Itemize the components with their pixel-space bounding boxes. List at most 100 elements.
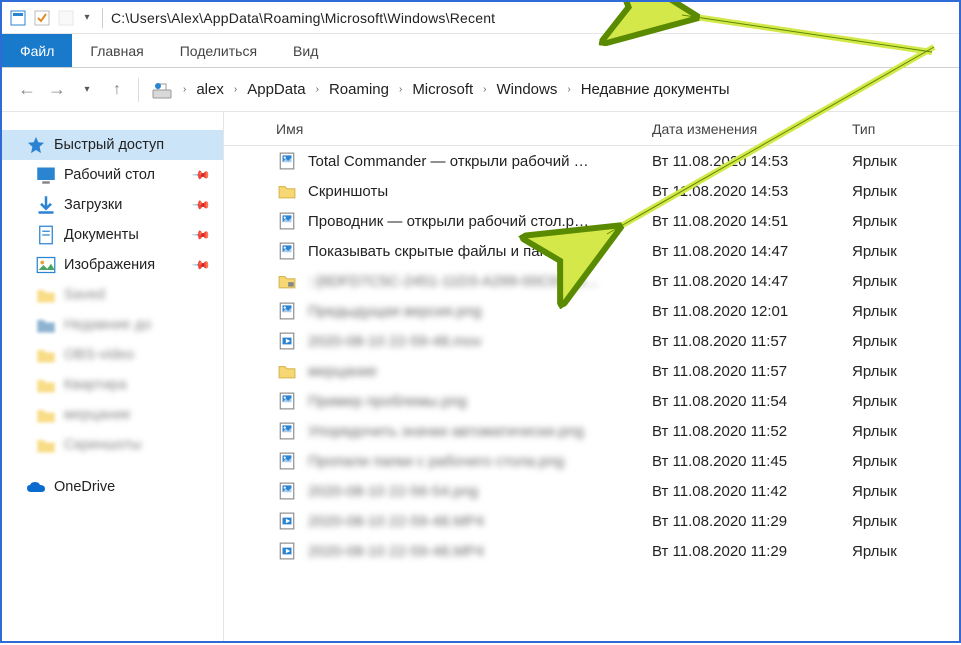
- column-header-date[interactable]: Дата изменения: [652, 121, 852, 137]
- quick-access-dropdown-icon[interactable]: ▾: [80, 12, 94, 23]
- pin-icon: 📌: [191, 165, 211, 185]
- chevron-right-icon[interactable]: ›: [561, 84, 576, 95]
- file-name: Предыдущая версия.png: [308, 303, 652, 320]
- ribbon-tab-file[interactable]: Файл: [2, 34, 72, 67]
- image-file-icon: [276, 480, 298, 502]
- file-name: мерцание: [308, 363, 652, 380]
- video-file-icon: [276, 510, 298, 532]
- pin-icon: 📌: [191, 195, 211, 215]
- image-file-icon: [276, 150, 298, 172]
- quick-access-toolbar-icon2[interactable]: [32, 8, 52, 28]
- quick-access-toolbar-icon1[interactable]: [8, 8, 28, 28]
- sidebar-item-onedrive[interactable]: OneDrive: [2, 472, 223, 502]
- sidebar-label: мерцание: [64, 407, 131, 423]
- file-name: Скриншоты: [308, 183, 652, 200]
- sidebar-item-pictures[interactable]: Изображения 📌: [2, 250, 223, 280]
- file-row[interactable]: СкриншотыВт 11.08.2020 14:53Ярлык: [224, 176, 959, 206]
- chevron-right-icon[interactable]: ›: [228, 84, 243, 95]
- file-row[interactable]: Total Commander — открыли рабочий …Вт 11…: [224, 146, 959, 176]
- breadcrumb-item[interactable]: Недавние документы: [577, 81, 734, 98]
- file-row[interactable]: 2020-08-10 22-59-48.MP4Вт 11.08.2020 11:…: [224, 506, 959, 536]
- window-title-path: C:\Users\Alex\AppData\Roaming\Microsoft\…: [111, 10, 495, 26]
- file-list[interactable]: Total Commander — открыли рабочий …Вт 11…: [224, 146, 959, 641]
- file-row[interactable]: Предыдущая версия.pngВт 11.08.2020 12:01…: [224, 296, 959, 326]
- image-file-icon: [276, 450, 298, 472]
- sidebar-item-desktop[interactable]: Рабочий стол 📌: [2, 160, 223, 190]
- ribbon-tab-share[interactable]: Поделиться: [162, 34, 275, 67]
- file-type: Ярлык: [852, 213, 959, 230]
- file-row[interactable]: 2020-08-10 22-59-48.movВт 11.08.2020 11:…: [224, 326, 959, 356]
- breadcrumb-item[interactable]: Windows: [493, 81, 562, 98]
- sidebar-item-blurred[interactable]: Квартира: [2, 370, 223, 400]
- column-header-name[interactable]: Имя: [276, 121, 652, 137]
- sidebar-item-blurred[interactable]: мерцание: [2, 400, 223, 430]
- quick-access-toolbar-icon3[interactable]: [56, 8, 76, 28]
- file-name: Упорядочить значки автоматически.png: [308, 423, 652, 440]
- image-file-icon: [276, 390, 298, 412]
- downloads-icon: [36, 195, 56, 215]
- ribbon-tabs: Файл Главная Поделиться Вид: [2, 34, 959, 68]
- sidebar-item-blurred[interactable]: Saved: [2, 280, 223, 310]
- breadcrumb-drive-icon: [151, 79, 173, 101]
- file-date: Вт 11.08.2020 14:53: [652, 183, 852, 200]
- sidebar-label: Квартира: [64, 377, 127, 393]
- nav-up-icon[interactable]: ↑: [102, 75, 132, 105]
- sidebar-item-blurred[interactable]: OBS-video: [2, 340, 223, 370]
- file-type: Ярлык: [852, 543, 959, 560]
- ribbon-tab-view[interactable]: Вид: [275, 34, 336, 67]
- file-name: 2020-08-10 22-59-48.mov: [308, 333, 652, 350]
- column-header-type[interactable]: Тип: [852, 121, 959, 137]
- file-row[interactable]: Пропали папки с рабочего стола.pngВт 11.…: [224, 446, 959, 476]
- chevron-right-icon[interactable]: ›: [310, 84, 325, 95]
- column-headers: Имя Дата изменения Тип: [224, 112, 959, 146]
- file-type: Ярлык: [852, 333, 959, 350]
- file-list-pane: Имя Дата изменения Тип Total Commander —…: [224, 112, 959, 641]
- file-row[interactable]: 2020-08-10 22-56-54.pngВт 11.08.2020 11:…: [224, 476, 959, 506]
- file-row[interactable]: ::{6DFD7C5C-2451-11D3-A299-00C04F8…Вт 11…: [224, 266, 959, 296]
- file-date: Вт 11.08.2020 14:51: [652, 213, 852, 230]
- file-date: Вт 11.08.2020 11:52: [652, 423, 852, 440]
- sidebar-label: Документы: [64, 227, 139, 243]
- file-name: Проводник — открыли рабочий стол.p…: [308, 213, 652, 230]
- file-date: Вт 11.08.2020 12:01: [652, 303, 852, 320]
- sidebar-label: Рабочий стол: [64, 167, 155, 183]
- sidebar-label: Недавние до: [64, 317, 151, 333]
- sidebar-item-blurred[interactable]: Скриншоты: [2, 430, 223, 460]
- nav-forward-icon[interactable]: →: [42, 75, 72, 105]
- sidebar-item-documents[interactable]: Документы 📌: [2, 220, 223, 250]
- file-row[interactable]: Проводник — открыли рабочий стол.p…Вт 11…: [224, 206, 959, 236]
- image-file-icon: [276, 210, 298, 232]
- file-row[interactable]: Пример проблемы.pngВт 11.08.2020 11:54Яр…: [224, 386, 959, 416]
- desktop-icon: [36, 165, 56, 185]
- file-name: ::{6DFD7C5C-2451-11D3-A299-00C04F8…: [308, 273, 652, 290]
- pictures-icon: [36, 255, 56, 275]
- sidebar-item-quick-access[interactable]: Быстрый доступ: [2, 130, 223, 160]
- nav-history-dropdown-icon[interactable]: ▾: [72, 75, 102, 105]
- nav-back-icon[interactable]: ←: [12, 75, 42, 105]
- file-type: Ярлык: [852, 453, 959, 470]
- sidebar-item-downloads[interactable]: Загрузки 📌: [2, 190, 223, 220]
- file-row[interactable]: 2020-08-10 22-59-48.MP4Вт 11.08.2020 11:…: [224, 536, 959, 566]
- video-file-icon: [276, 330, 298, 352]
- breadcrumb-item[interactable]: AppData: [243, 81, 309, 98]
- chevron-right-icon[interactable]: ›: [177, 84, 192, 95]
- folder-icon: [36, 345, 56, 365]
- breadcrumb-item[interactable]: Roaming: [325, 81, 393, 98]
- file-row[interactable]: Показывать скрытые файлы и папки.pngВт 1…: [224, 236, 959, 266]
- file-row[interactable]: мерцаниеВт 11.08.2020 11:57Ярлык: [224, 356, 959, 386]
- sidebar-item-blurred[interactable]: Недавние до: [2, 310, 223, 340]
- navigation-sidebar: Быстрый доступ Рабочий стол 📌 Загрузки 📌…: [2, 112, 224, 641]
- ribbon-tab-home[interactable]: Главная: [72, 34, 161, 67]
- breadcrumb[interactable]: › alex › AppData › Roaming › Microsoft ›…: [145, 75, 949, 105]
- file-type: Ярлык: [852, 513, 959, 530]
- file-type: Ярлык: [852, 393, 959, 410]
- file-type: Ярлык: [852, 483, 959, 500]
- breadcrumb-item[interactable]: alex: [192, 81, 228, 98]
- folder-icon: [36, 375, 56, 395]
- chevron-right-icon[interactable]: ›: [477, 84, 492, 95]
- pin-icon: 📌: [191, 225, 211, 245]
- file-row[interactable]: Упорядочить значки автоматически.pngВт 1…: [224, 416, 959, 446]
- chevron-right-icon[interactable]: ›: [393, 84, 408, 95]
- file-date: Вт 11.08.2020 11:57: [652, 333, 852, 350]
- breadcrumb-item[interactable]: Microsoft: [408, 81, 477, 98]
